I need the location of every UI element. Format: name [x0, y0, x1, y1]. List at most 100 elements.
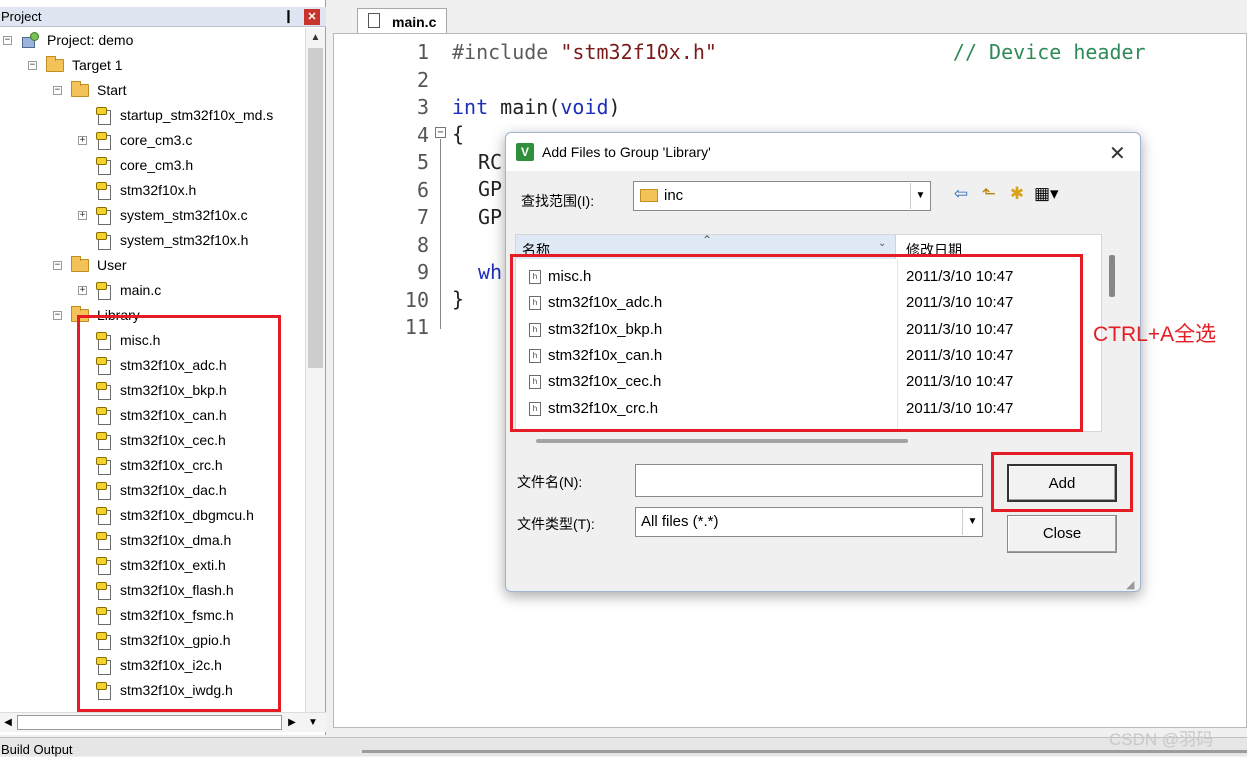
tree-item-file[interactable]: stm32f10x.h: [96, 179, 196, 201]
tree-item-label: core_cm3.c: [120, 132, 193, 148]
collapse-minus-icon[interactable]: −: [3, 36, 12, 45]
tree-item-target[interactable]: Target 1: [46, 54, 123, 76]
collapse-minus-icon[interactable]: −: [53, 86, 62, 95]
line-number: 2: [416, 67, 429, 92]
tree-item-file[interactable]: startup_stm32f10x_md.s: [96, 104, 273, 126]
line-number: 10: [404, 287, 429, 312]
tree-item-folder[interactable]: User: [71, 254, 127, 276]
tree-item-file[interactable]: main.c: [96, 279, 161, 301]
file-icon: [368, 13, 380, 28]
keyword-int: int: [452, 95, 489, 119]
close-icon[interactable]: ✕: [1109, 141, 1126, 166]
tree-item-label: system_stm32f10x.c: [120, 207, 248, 223]
tree-vertical-scrollbar[interactable]: ▲: [305, 28, 325, 712]
tree-item-label: startup_stm32f10x_md.s: [120, 107, 274, 123]
line-number: 5: [416, 150, 429, 174]
tree-item-label: main.c: [120, 282, 162, 298]
file-name-label: 文件名(N):: [517, 474, 583, 490]
include-path: "stm32f10x.h": [560, 40, 717, 64]
line-number: 1: [416, 40, 429, 64]
code-line-3: int main(void): [452, 95, 621, 119]
tree-item-label: User: [97, 257, 127, 273]
fold-line: [440, 139, 441, 329]
collapse-minus-icon[interactable]: −: [53, 261, 62, 270]
include-directive: #include: [452, 40, 549, 64]
tree-item-file[interactable]: system_stm32f10x.h: [96, 229, 248, 251]
new-folder-icon[interactable]: ✱: [1006, 184, 1028, 204]
dialog-toolbar: ⇦ ⬑ ✱ ▦▾: [950, 183, 1059, 205]
folder-icon: [71, 255, 89, 272]
scroll-up-arrow-icon[interactable]: ▲: [306, 28, 325, 48]
code-comment: // Device header: [952, 40, 1146, 64]
scroll-thumb[interactable]: [17, 715, 282, 730]
tree-horizontal-scrollbar[interactable]: ◀ ▶ ▼: [0, 712, 326, 732]
close-button[interactable]: Close: [1007, 515, 1117, 553]
code-line-7: GP: [478, 205, 503, 229]
line-number: 11: [404, 315, 429, 339]
tree-item-file[interactable]: core_cm3.c: [96, 129, 192, 151]
resize-grip-icon[interactable]: ◢: [1126, 578, 1134, 591]
file-type-label: 文件类型(T):: [517, 516, 595, 532]
tree-item-label: system_stm32f10x.h: [120, 232, 249, 248]
build-output-title: Build Output: [1, 742, 73, 757]
line-number: 3: [416, 95, 429, 119]
tab-label: main.c: [392, 14, 437, 30]
expand-plus-icon[interactable]: +: [78, 136, 87, 145]
file-icon: [96, 231, 111, 250]
back-arrow-icon[interactable]: ⇦: [950, 184, 972, 204]
line-number-gutter: 1 2 3 4 5 6 7 8 9 10 11: [334, 34, 446, 727]
keil-app-icon: V: [516, 143, 534, 161]
line-number: 8: [416, 232, 429, 257]
code-line-1: #include "stm32f10x.h" // Device header: [452, 40, 1146, 64]
look-in-dropdown[interactable]: inc ▼: [633, 181, 931, 211]
tree-item-file[interactable]: system_stm32f10x.c: [96, 204, 248, 226]
watermark: CSDN @羽码: [1109, 730, 1214, 749]
file-name-input[interactable]: [635, 464, 983, 497]
chevron-down-icon[interactable]: ▼: [910, 183, 930, 209]
project-titlebar: Project ❙ ✕: [0, 7, 326, 27]
tree-item-folder[interactable]: Start: [71, 79, 127, 101]
panel-close-icon[interactable]: ✕: [304, 9, 320, 25]
tree-item-label: Start: [97, 82, 127, 98]
annotation-box-library-files: [77, 315, 281, 712]
build-output-panel: Build Output: [0, 737, 1247, 757]
pin-icon[interactable]: ❙: [283, 8, 294, 24]
scroll-left-arrow-icon[interactable]: ◀: [0, 713, 16, 732]
file-icon: [96, 131, 111, 150]
chevron-down-icon[interactable]: ▼: [962, 509, 982, 535]
function-name: main(: [488, 95, 561, 119]
annotation-box-file-list: [510, 254, 1083, 432]
dialog-title: Add Files to Group 'Library': [542, 144, 711, 160]
file-icon: [96, 281, 111, 300]
annotation-hint-text: CTRL+A全选: [1093, 323, 1217, 346]
list-vertical-scrollbar[interactable]: [1109, 255, 1115, 297]
file-icon: [96, 106, 111, 125]
dialog-titlebar[interactable]: V Add Files to Group 'Library' ✕: [506, 133, 1140, 171]
list-horizontal-scrollbar[interactable]: [536, 439, 908, 443]
file-type-value: All files (*.*): [641, 513, 719, 530]
expand-plus-icon[interactable]: +: [78, 211, 87, 220]
file-type-dropdown[interactable]: All files (*.*) ▼: [635, 507, 983, 537]
scroll-thumb[interactable]: [308, 48, 323, 368]
tree-item-project[interactable]: Project: demo: [20, 29, 133, 51]
chevron-down-icon[interactable]: ⌄: [878, 238, 886, 249]
tree-item-label: Project: demo: [47, 32, 134, 48]
line-number: 4: [416, 122, 429, 147]
collapse-minus-icon[interactable]: −: [28, 61, 37, 70]
line-number: 9: [416, 260, 429, 284]
up-folder-icon[interactable]: ⬑: [978, 184, 1000, 204]
editor-horizontal-scrollbar[interactable]: [362, 750, 1247, 753]
tab-main-c[interactable]: main.c: [357, 8, 447, 34]
annotation-box-add-button: [991, 452, 1133, 512]
folder-icon: [640, 189, 658, 202]
tree-item-file[interactable]: core_cm3.h: [96, 154, 193, 176]
collapse-minus-icon[interactable]: −: [53, 311, 62, 320]
scroll-down-arrow-icon[interactable]: ▼: [304, 713, 322, 732]
scroll-right-arrow-icon[interactable]: ▶: [284, 713, 300, 732]
file-icon: [96, 206, 111, 225]
view-menu-icon[interactable]: ▦▾: [1034, 184, 1059, 204]
expand-plus-icon[interactable]: +: [78, 286, 87, 295]
code-line-6: GP: [478, 177, 503, 201]
tree-item-label: core_cm3.h: [120, 157, 194, 173]
fold-collapse-icon[interactable]: −: [435, 127, 446, 138]
